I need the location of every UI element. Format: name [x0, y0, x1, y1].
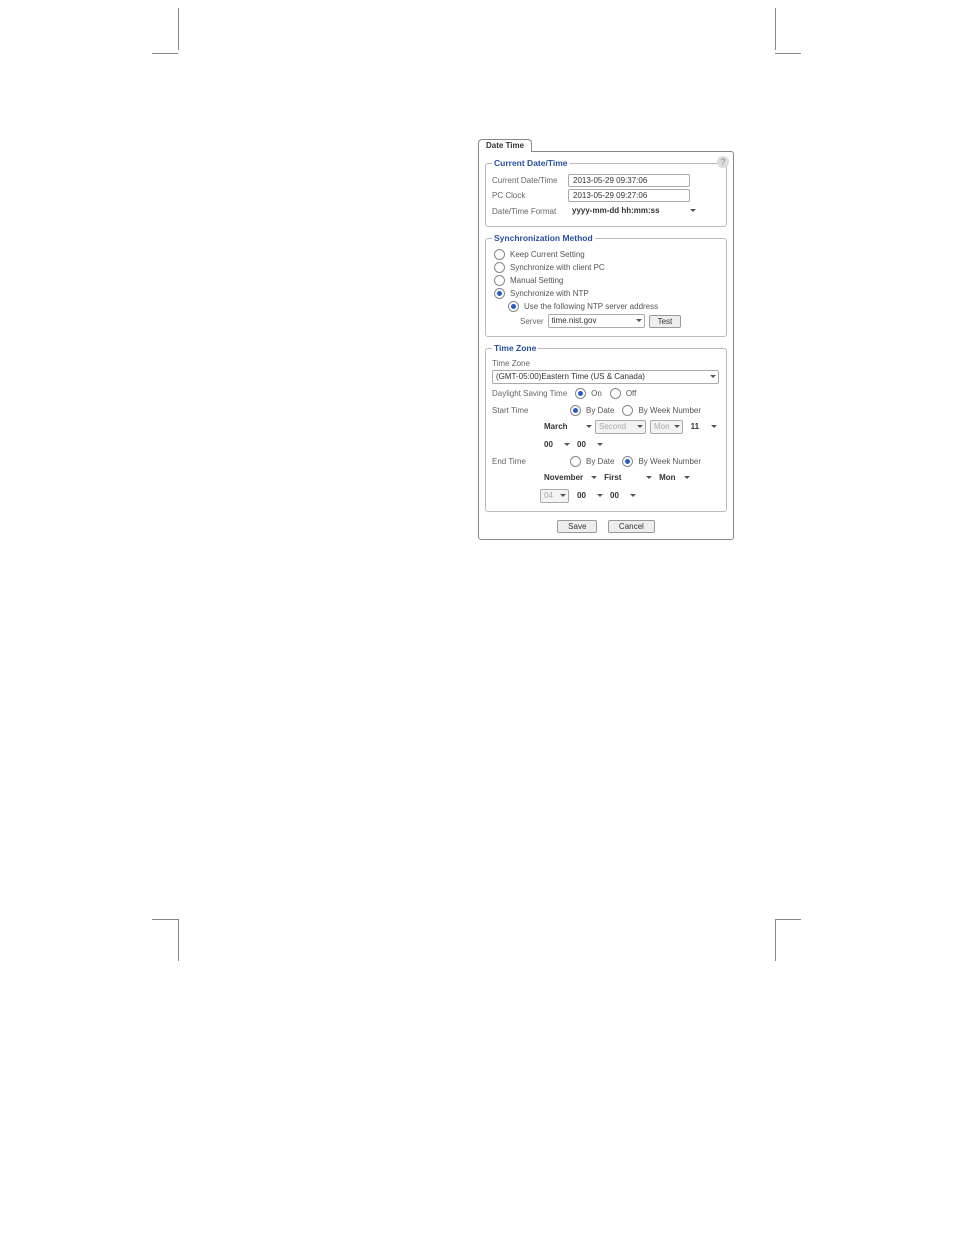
radio-label: Use the following NTP server address — [524, 302, 658, 311]
crop-mark — [775, 919, 776, 961]
radio-icon — [575, 388, 586, 399]
radio-label: By Date — [586, 406, 614, 415]
label-datetime-format: Date/Time Format — [492, 207, 564, 216]
radio-label: By Week Number — [638, 406, 701, 415]
value-pc-clock: 2013-05-29 09:27:06 — [568, 189, 690, 202]
radio-sync-client-pc[interactable]: Synchronize with client PC — [494, 262, 720, 273]
label-current-datetime: Current Date/Time — [492, 176, 564, 185]
crop-mark — [775, 8, 776, 50]
radio-label: Synchronize with NTP — [510, 289, 589, 298]
radio-label: Manual Setting — [510, 276, 563, 285]
label-pc-clock: PC Clock — [492, 191, 564, 200]
panel-body: ? Current Date/Time Current Date/Time 20… — [478, 151, 734, 540]
button-row: Save Cancel — [485, 520, 727, 533]
legend-timezone: Time Zone — [492, 343, 538, 353]
crop-mark — [775, 919, 801, 920]
legend-sync: Synchronization Method — [492, 233, 595, 243]
select-end-dow[interactable]: Mon — [655, 471, 688, 485]
radio-start-by-date[interactable]: By Date — [570, 405, 614, 416]
label-time-zone: Time Zone — [492, 359, 530, 368]
select-datetime-format[interactable]: yyyy-mm-dd hh:mm:ss — [568, 204, 695, 218]
radio-label: By Date — [586, 457, 614, 466]
radio-label: Synchronize with client PC — [510, 263, 605, 272]
radio-label: Keep Current Setting — [510, 250, 585, 259]
radio-icon — [570, 405, 581, 416]
select-end-hour[interactable]: 00 — [573, 489, 602, 503]
crop-mark — [152, 53, 178, 54]
radio-label: On — [591, 389, 602, 398]
radio-icon — [570, 456, 581, 467]
fieldset-sync-method: Synchronization Method Keep Current Sett… — [485, 233, 727, 337]
select-end-ordinal[interactable]: First — [600, 471, 651, 485]
select-start-hour[interactable]: 00 — [540, 438, 569, 452]
select-end-min[interactable]: 00 — [606, 489, 635, 503]
radio-end-by-week[interactable]: By Week Number — [622, 456, 701, 467]
crop-mark — [775, 53, 801, 54]
radio-end-by-date[interactable]: By Date — [570, 456, 614, 467]
radio-icon — [622, 405, 633, 416]
select-time-zone[interactable]: (GMT-05:00)Eastern Time (US & Canada) — [492, 370, 719, 384]
cancel-button[interactable]: Cancel — [608, 520, 655, 533]
crop-mark — [178, 8, 179, 50]
label-dst: Daylight Saving Time — [492, 389, 567, 398]
radio-icon — [622, 456, 633, 467]
select-start-day[interactable]: 11 — [687, 420, 716, 434]
crop-mark — [152, 919, 178, 920]
select-start-month[interactable]: March — [540, 420, 591, 434]
radio-manual-setting[interactable]: Manual Setting — [494, 275, 720, 286]
crop-mark — [178, 919, 179, 961]
legend-current: Current Date/Time — [492, 158, 570, 168]
radio-label: Off — [626, 389, 637, 398]
select-start-ordinal[interactable]: Second — [595, 420, 646, 434]
radio-sync-ntp[interactable]: Synchronize with NTP — [494, 288, 720, 299]
date-time-panel: Date Time ? Current Date/Time Current Da… — [478, 138, 734, 540]
select-ntp-server[interactable]: time.nist.gov — [548, 314, 645, 328]
radio-icon — [508, 301, 519, 312]
radio-icon — [610, 388, 621, 399]
label-server: Server — [520, 317, 544, 326]
fieldset-time-zone: Time Zone Time Zone (GMT-05:00)Eastern T… — [485, 343, 727, 512]
label-end-time: End Time — [492, 457, 564, 466]
select-end-month[interactable]: November — [540, 471, 596, 485]
select-start-min[interactable]: 00 — [573, 438, 602, 452]
radio-dst-on[interactable]: On — [575, 388, 602, 399]
tab-date-time[interactable]: Date Time — [478, 139, 532, 152]
test-button[interactable]: Test — [649, 315, 682, 328]
help-icon[interactable]: ? — [717, 156, 729, 168]
radio-icon — [494, 249, 505, 260]
radio-keep-current[interactable]: Keep Current Setting — [494, 249, 720, 260]
fieldset-current-datetime: Current Date/Time Current Date/Time 2013… — [485, 158, 727, 227]
select-start-dow[interactable]: Mon — [650, 420, 683, 434]
radio-icon — [494, 275, 505, 286]
radio-icon — [494, 262, 505, 273]
radio-start-by-week[interactable]: By Week Number — [622, 405, 701, 416]
radio-icon — [494, 288, 505, 299]
radio-dst-off[interactable]: Off — [610, 388, 637, 399]
radio-label: By Week Number — [638, 457, 701, 466]
radio-use-ntp-address[interactable]: Use the following NTP server address — [508, 301, 720, 312]
label-start-time: Start Time — [492, 406, 564, 415]
save-button[interactable]: Save — [557, 520, 597, 533]
select-end-day[interactable]: 04 — [540, 489, 569, 503]
value-current-datetime: 2013-05-29 09:37:06 — [568, 174, 690, 187]
